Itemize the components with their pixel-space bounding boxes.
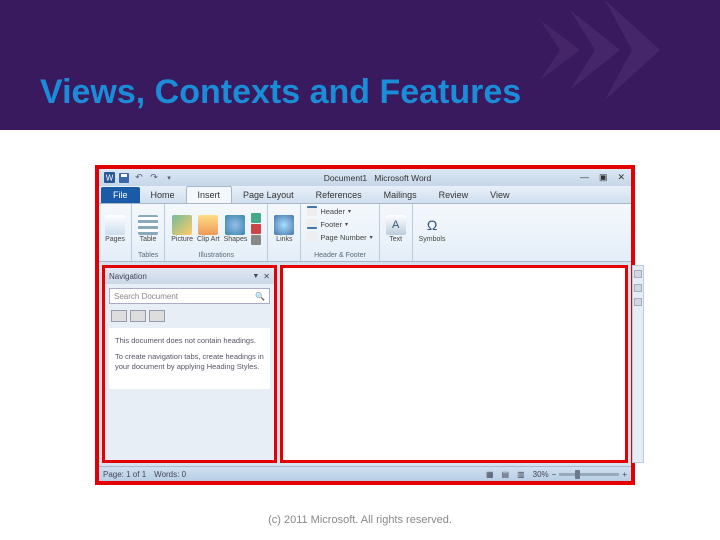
nav-empty-message: This document does not contain headings.… [109, 328, 270, 389]
tab-mailings[interactable]: Mailings [373, 187, 428, 203]
side-icon-2[interactable] [634, 284, 642, 292]
zoom-control[interactable]: 30% − + [533, 470, 627, 479]
document-title: Document1 Microsoft Word [175, 173, 580, 183]
tab-insert[interactable]: Insert [186, 186, 233, 203]
minimize-icon[interactable]: — [580, 172, 589, 183]
close-icon[interactable]: ✕ [617, 172, 625, 183]
word-icon: W [103, 172, 115, 184]
search-icon: 🔍 [255, 292, 265, 301]
zoom-slider[interactable] [559, 473, 619, 476]
status-bar: Page: 1 of 1 Words: 0 ▦ ▤ ▥ 30% − + [99, 466, 631, 481]
slide-footer: (c) 2011 Microsoft. All rights reserved. [0, 514, 720, 526]
workspace: Navigation ▼ ✕ Search Document 🔍 This do… [99, 262, 631, 466]
footer-button[interactable]: Footer ▾ [307, 219, 372, 229]
tab-page-layout[interactable]: Page Layout [232, 187, 305, 203]
word-window: W ↶ ↷ ▾ Document1 Microsoft Word — ▣ ✕ F… [95, 165, 635, 485]
group-tables: Table Tables [132, 204, 165, 261]
search-input[interactable]: Search Document 🔍 [109, 288, 270, 304]
nav-close-icon[interactable]: ✕ [263, 272, 270, 281]
group-text: AText [380, 204, 413, 261]
undo-icon[interactable]: ↶ [133, 172, 145, 184]
view-web-icon[interactable]: ▥ [517, 470, 525, 479]
text-button[interactable]: AText [386, 215, 406, 243]
tab-review[interactable]: Review [428, 187, 480, 203]
quick-access-toolbar: W ↶ ↷ ▾ [99, 172, 175, 184]
nav-view-results[interactable] [149, 310, 165, 322]
shapes-button[interactable]: Shapes [224, 215, 248, 243]
zoom-in-icon[interactable]: + [622, 470, 627, 479]
screenshot-button[interactable] [251, 235, 261, 245]
view-print-layout-icon[interactable]: ▦ [486, 470, 494, 479]
side-icon-3[interactable] [634, 298, 642, 306]
maximize-icon[interactable]: ▣ [599, 172, 608, 183]
zoom-out-icon[interactable]: − [552, 470, 557, 479]
tab-view[interactable]: View [479, 187, 520, 203]
pages-button[interactable]: Pages [105, 215, 125, 243]
redo-icon[interactable]: ↷ [148, 172, 160, 184]
slide-header: Views, Contexts and Features [0, 0, 720, 130]
table-button[interactable]: Table [138, 215, 158, 243]
chart-button[interactable] [251, 224, 261, 234]
dropdown-icon: ▾ [348, 208, 351, 215]
group-pages: Pages [99, 204, 132, 261]
qat-dropdown-icon[interactable]: ▾ [163, 172, 175, 184]
page-number-button[interactable]: Page Number ▾ [307, 232, 372, 242]
slide-title: Views, Contexts and Features [40, 73, 521, 112]
decorative-arrows [510, 0, 690, 110]
navigation-pane: Navigation ▼ ✕ Search Document 🔍 This do… [102, 265, 277, 463]
group-illustrations: Picture Clip Art Shapes Illustrations [165, 204, 268, 261]
nav-dropdown-icon[interactable]: ▼ [248, 273, 263, 280]
nav-view-pages[interactable] [130, 310, 146, 322]
side-toolbar [632, 265, 644, 463]
group-header-footer: Header ▾ Footer ▾ Page Number ▾ Header &… [301, 204, 379, 261]
tab-home[interactable]: Home [140, 187, 186, 203]
nav-view-headings[interactable] [111, 310, 127, 322]
title-bar: W ↶ ↷ ▾ Document1 Microsoft Word — ▣ ✕ [99, 169, 631, 186]
status-words[interactable]: Words: 0 [154, 470, 186, 479]
header-button[interactable]: Header ▾ [307, 206, 372, 216]
picture-button[interactable]: Picture [171, 215, 193, 243]
save-icon[interactable] [118, 172, 130, 184]
tab-references[interactable]: References [305, 187, 373, 203]
ribbon-tabs: File Home Insert Page Layout References … [99, 186, 631, 204]
nav-pane-header: Navigation ▼ ✕ [105, 268, 274, 284]
group-links: Links [268, 204, 301, 261]
svg-text:W: W [105, 174, 113, 183]
symbols-button[interactable]: ΩSymbols [419, 215, 446, 243]
status-page[interactable]: Page: 1 of 1 [103, 470, 146, 479]
group-symbols: ΩSymbols [413, 204, 452, 261]
smartart-button[interactable] [251, 213, 261, 223]
ruler-icon[interactable] [634, 270, 642, 278]
zoom-level: 30% [533, 470, 549, 479]
nav-view-switcher [105, 308, 274, 324]
links-button[interactable]: Links [274, 215, 294, 243]
tab-file[interactable]: File [101, 187, 140, 203]
document-canvas[interactable] [280, 265, 628, 463]
ribbon: Pages Table Tables Picture Clip Art Shap… [99, 204, 631, 262]
clipart-button[interactable]: Clip Art [197, 215, 220, 243]
view-reading-icon[interactable]: ▤ [502, 470, 510, 479]
